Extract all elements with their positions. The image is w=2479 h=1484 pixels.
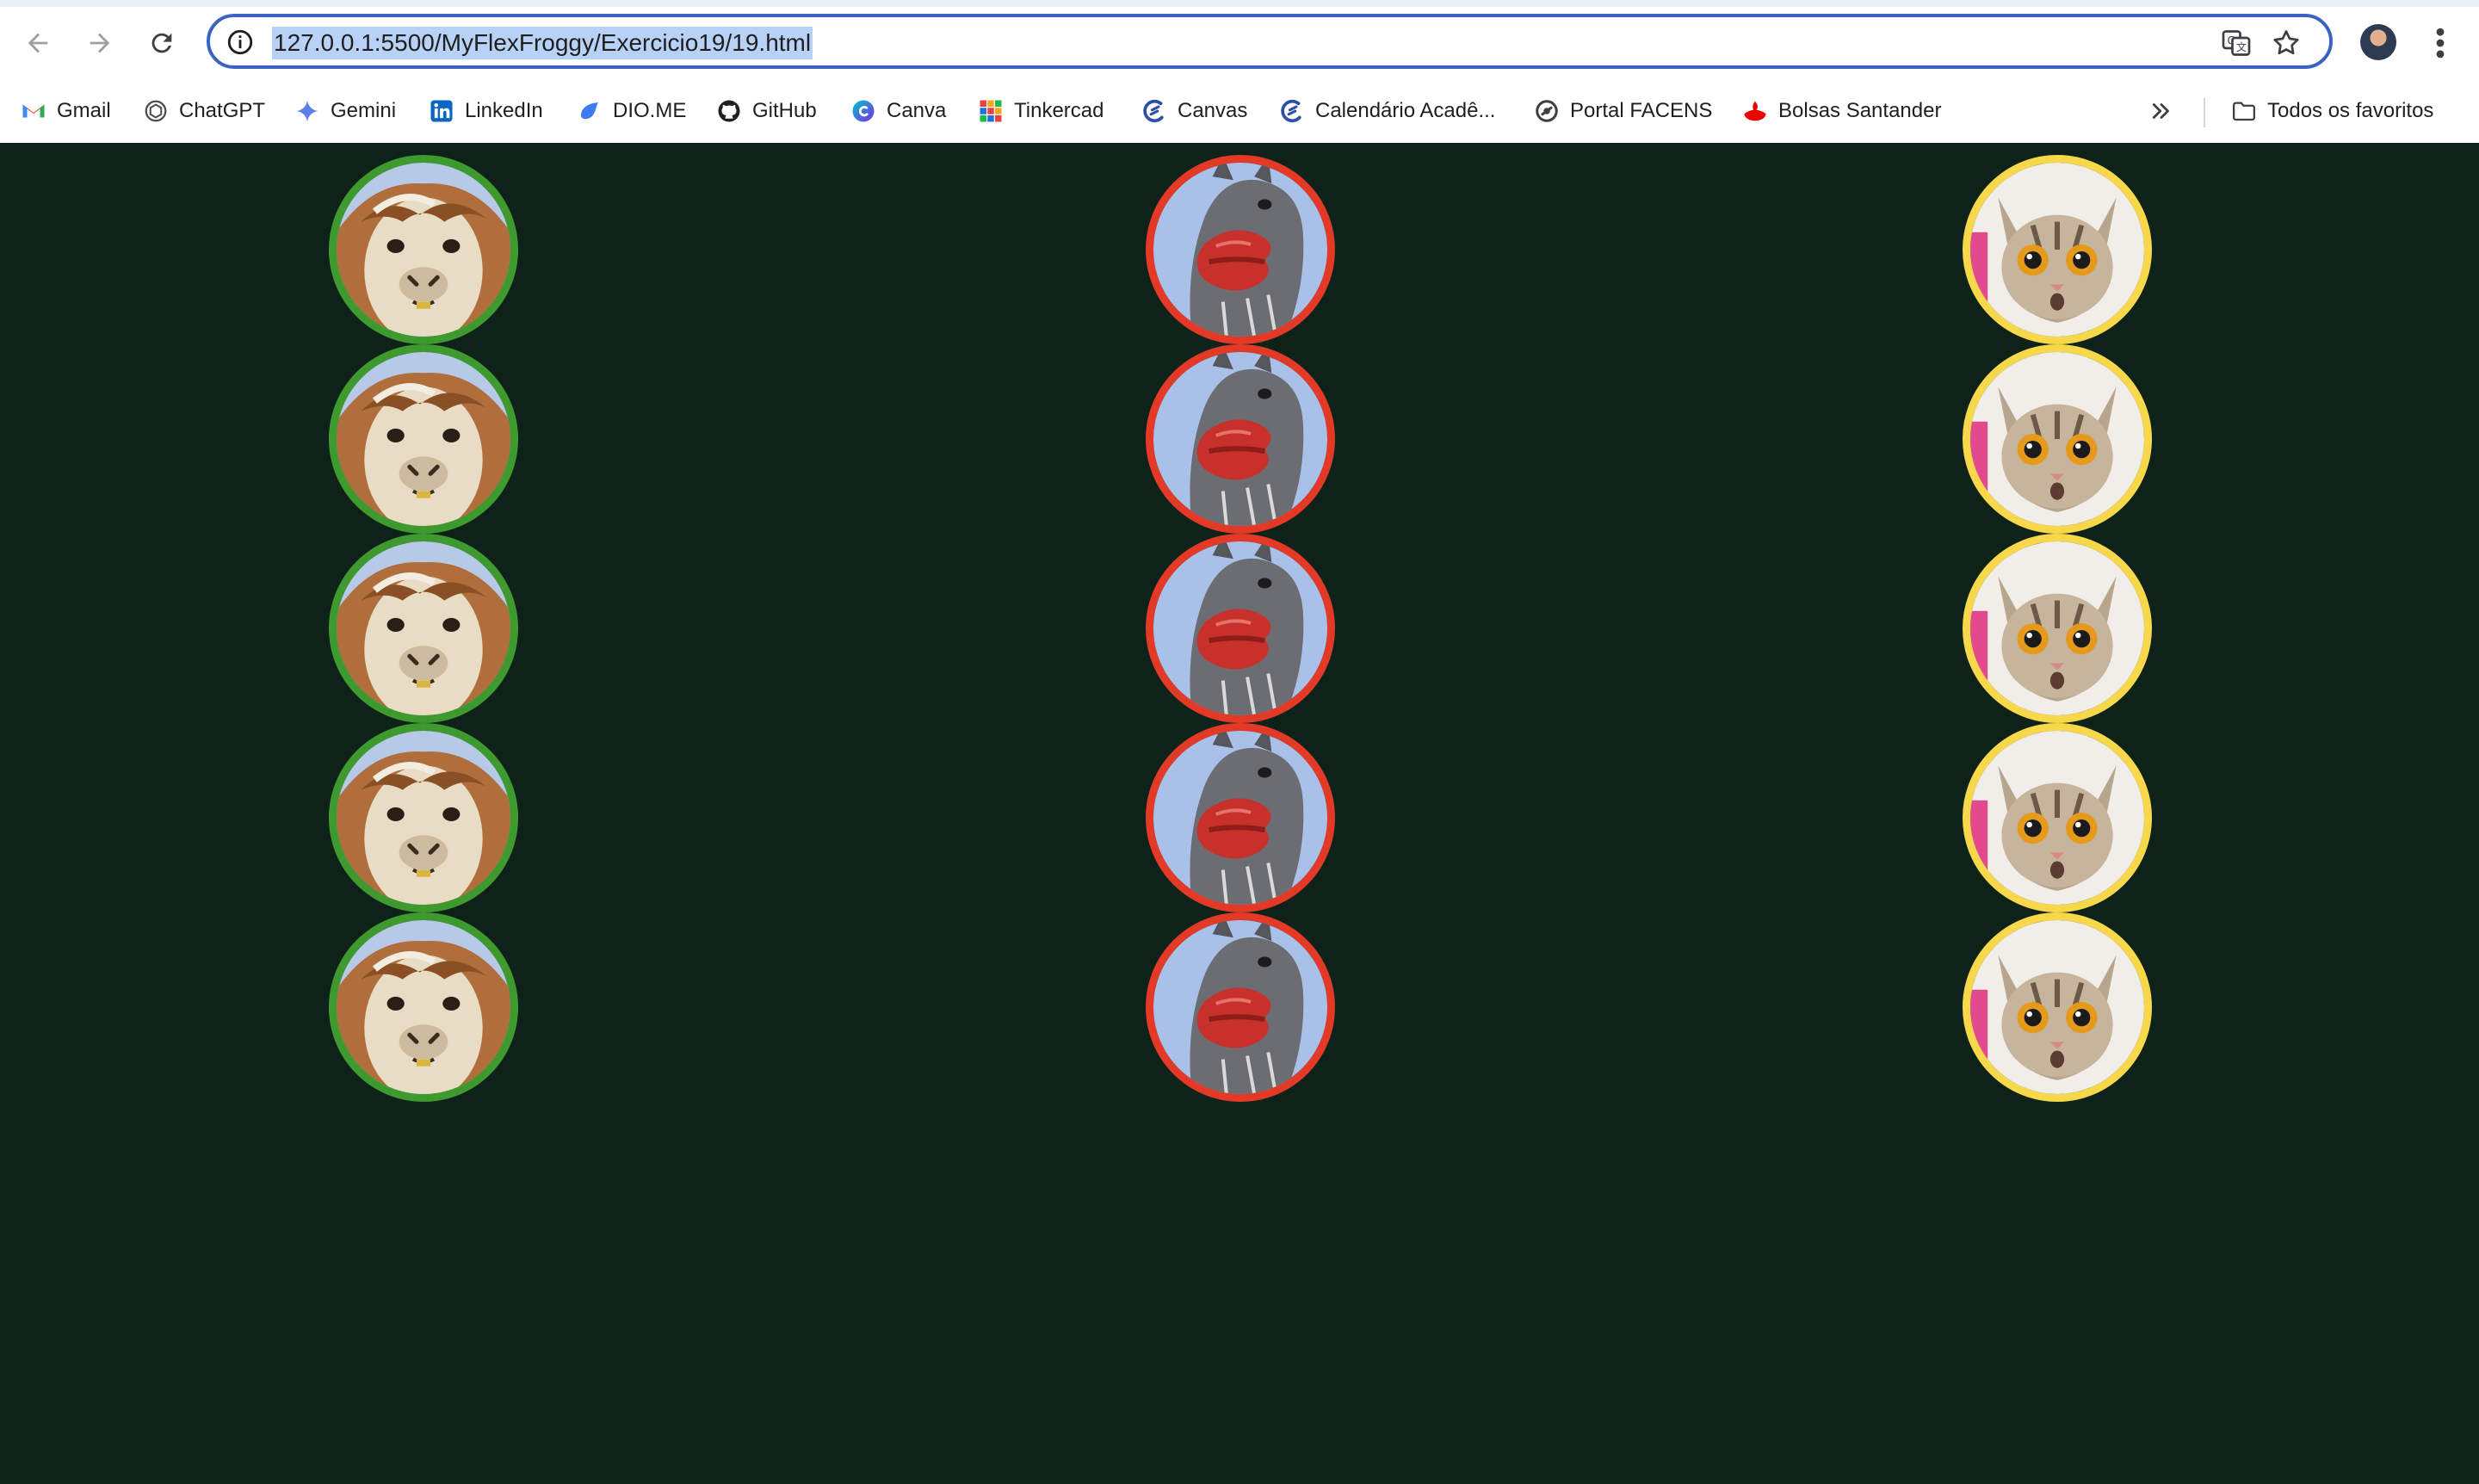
surprised-cat-photo [1963, 723, 2152, 912]
gemini-icon [294, 98, 320, 124]
chatgpt-icon [143, 98, 169, 124]
forward-icon [90, 33, 110, 53]
alpaca-photo [329, 534, 518, 723]
bookmark-chatgpt[interactable]: ChatGPT [143, 96, 265, 126]
back-icon [28, 33, 48, 53]
alpaca-photo [329, 723, 518, 912]
folder-icon [2231, 98, 2257, 124]
alpaca-photo [329, 344, 518, 534]
tab-strip [0, 0, 2479, 7]
surprised-cat-photo [1963, 155, 2152, 344]
alpaca-photo [329, 912, 518, 1102]
browser-chrome: 127.0.0.1:5500/MyFlexFroggy/Exercicio19/… [0, 0, 2479, 143]
address-bar[interactable]: 127.0.0.1:5500/MyFlexFroggy/Exercicio19/… [207, 14, 2333, 69]
bookmarks-bar: Gmail ChatGPT Gemini LinkedIn DIO.ME Git… [0, 84, 2479, 138]
url-text[interactable]: 127.0.0.1:5500/MyFlexFroggy/Exercicio19/… [272, 27, 813, 59]
canvas-icon [1141, 98, 1167, 124]
column-yellow [1963, 155, 2152, 1102]
column-red [1146, 155, 1335, 1102]
surprised-cat-photo [1963, 912, 2152, 1102]
donkey-with-lips-photo [1146, 723, 1335, 912]
bookmarks-separator [2204, 98, 2205, 127]
all-bookmarks-folder[interactable]: Todos os favoritos [2231, 96, 2433, 126]
donkey-with-lips-photo [1146, 155, 1335, 344]
calendar-icon [1279, 98, 1305, 124]
bookmark-dio[interactable]: DIO.ME [577, 96, 686, 126]
bookmark-github[interactable]: GitHub [716, 96, 817, 126]
bookmark-gmail[interactable]: Gmail [21, 96, 111, 126]
profile-avatar[interactable] [2360, 24, 2396, 60]
more-menu-icon[interactable] [2427, 24, 2453, 62]
bookmark-gemini[interactable]: Gemini [294, 96, 396, 126]
bookmark-calendar[interactable]: Calendário Acadê... [1279, 96, 1495, 126]
alpaca-photo [329, 155, 518, 344]
bookmark-linkedin[interactable]: LinkedIn [429, 96, 543, 126]
back-button[interactable] [14, 19, 62, 67]
page-content [0, 143, 2479, 1484]
surprised-cat-photo [1963, 344, 2152, 534]
santander-icon [1742, 98, 1768, 124]
bookmark-santander[interactable]: Bolsas Santander [1742, 96, 1941, 126]
bookmark-tinkercad[interactable]: Tinkercad [978, 96, 1103, 126]
bookmark-canvas[interactable]: Canvas [1141, 96, 1247, 126]
bookmark-facens[interactable]: Portal FACENS [1534, 96, 1712, 126]
donkey-with-lips-photo [1146, 912, 1335, 1102]
svg-text:文: 文 [2236, 40, 2247, 53]
dio-icon [577, 98, 603, 124]
info-icon[interactable] [226, 28, 255, 57]
donkey-with-lips-photo [1146, 534, 1335, 723]
column-green [329, 155, 518, 1102]
star-icon[interactable] [2271, 28, 2302, 59]
linkedin-icon [429, 98, 454, 124]
facens-icon [1534, 98, 1560, 124]
forward-button[interactable] [76, 19, 124, 67]
github-icon [716, 98, 742, 124]
reload-button[interactable] [138, 19, 186, 67]
canva-icon [850, 98, 876, 124]
reload-icon [151, 33, 172, 53]
tinkercad-icon [978, 98, 1004, 124]
chevron-double-right-icon [2148, 98, 2174, 124]
more-bookmarks-button[interactable] [2148, 96, 2174, 126]
donkey-with-lips-photo [1146, 344, 1335, 534]
translate-icon[interactable]: G文 [2221, 28, 2252, 59]
surprised-cat-photo [1963, 534, 2152, 723]
gmail-icon [21, 98, 46, 124]
bookmark-canva[interactable]: Canva [850, 96, 946, 126]
